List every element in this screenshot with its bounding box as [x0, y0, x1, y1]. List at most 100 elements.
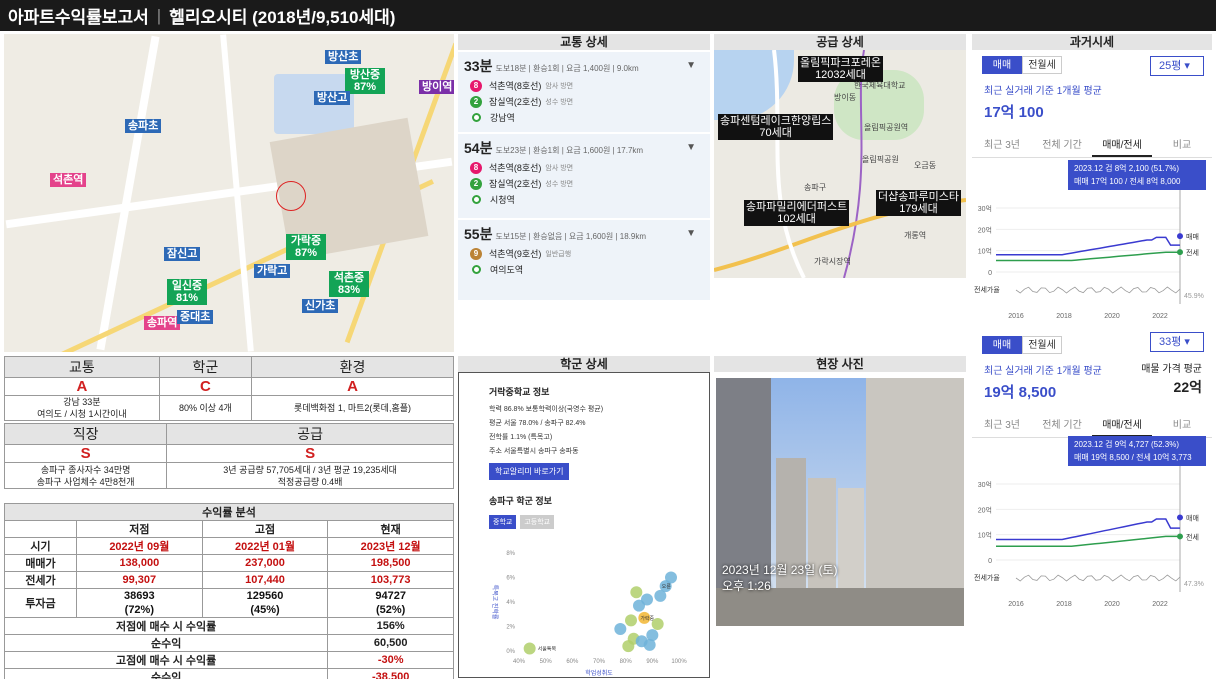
row-value: 198,500	[327, 554, 454, 572]
map-label[interactable]: 방이역	[419, 80, 454, 94]
supply-project-label[interactable]: 더샵송파루미스타 179세대	[876, 190, 961, 216]
range-3y[interactable]: 최근 3년	[972, 132, 1032, 157]
map-label[interactable]: 중대초	[177, 310, 214, 324]
map-label[interactable]: 송파초	[125, 119, 162, 133]
school-scatter-chart[interactable]: 8% 6% 4% 2% 0% 40% 50% 60% 70% 80% 90% 100% 학업성취도 특목고…	[479, 543, 699, 679]
school-point[interactable]	[665, 571, 677, 584]
school-point[interactable]	[614, 622, 627, 635]
col-now: 현재	[327, 520, 454, 538]
school-info-line: 평균 서울 78.0% / 송파구 82.4%	[489, 420, 586, 427]
chevron-down-icon[interactable]: ▼	[686, 60, 696, 71]
y-tick-label: 0	[988, 270, 992, 277]
school-info-button[interactable]: 학교알리미 바로가기	[489, 463, 570, 480]
map-label[interactable]: 송파역	[144, 316, 181, 330]
tab-sale[interactable]: 매매	[982, 56, 1022, 74]
map-label[interactable]: 석촌중 83%	[329, 271, 369, 297]
price-average: 17억 100	[984, 104, 1044, 121]
photo-caption: 2023년 12월 23일 (토) 오후 1:26	[722, 563, 838, 593]
row-value: 2022년 01월	[201, 537, 329, 555]
y-tick-label: 30억	[978, 205, 992, 213]
profit-table: 수익률 분석 저점 고점 현재 시기 2022년 09월 2022년 01월 2023년 …	[4, 503, 454, 679]
school-point[interactable]	[625, 614, 637, 627]
school-point[interactable]	[654, 589, 667, 602]
size-select-33[interactable]: 33평 ▾	[1150, 332, 1204, 352]
transit-route[interactable]: 54분 도보23분 | 환승1회 | 요금 1,600원 | 17.7km ▼ 8 석촌…	[458, 134, 710, 218]
grade-head-transport: 교통	[4, 356, 160, 378]
series-line-rent	[996, 251, 1180, 262]
point-label: 가락중	[640, 615, 654, 622]
supply-project-label[interactable]: 송파센텀레이크한양립스 70세대	[718, 114, 834, 140]
school-point[interactable]	[641, 593, 653, 606]
school-info-line: 학력 86.8% 보통학력이상(국영수 평균)	[489, 406, 604, 413]
map-label[interactable]: 방산고	[314, 91, 351, 105]
supply-project-label[interactable]: 올림픽파크포레온 12032세대	[798, 56, 883, 82]
map-label[interactable]: 방산초	[325, 50, 362, 64]
route-meta: 도보23분 | 환승1회 | 요금 1,600원 | 17.7km	[495, 146, 644, 155]
map-label[interactable]: 가락고	[254, 264, 291, 278]
tab-rent[interactable]: 전월세	[1022, 56, 1062, 74]
map-label[interactable]: 일신중 81%	[167, 279, 207, 305]
map-place-label: 올림픽공원역	[864, 123, 909, 132]
range-all[interactable]: 전체 기간	[1032, 132, 1092, 157]
y-tick-label: 20억	[978, 506, 992, 514]
school-point[interactable]	[523, 642, 536, 655]
stop-name: 석촌역(8호선)	[489, 163, 542, 173]
row-value: 99,307	[76, 571, 203, 589]
y-tick-label: 6%	[506, 576, 515, 582]
route-stop: 2 잠실역(2호선) 성수 방면	[470, 177, 704, 190]
price-subtitle: 최근 실거래 기준 1개월 평균	[984, 86, 1102, 97]
y-tick-label: 0	[988, 558, 992, 565]
map-label[interactable]: 신가초	[302, 299, 339, 313]
ratio-label: 전세가율	[974, 573, 1000, 582]
stop-direction: 암사 방면	[545, 164, 574, 172]
route-stop: 강남역	[470, 111, 704, 124]
route-stop: 8 석촌역(8호선) 암사 방면	[470, 161, 704, 174]
row-label: 투자금	[4, 588, 77, 618]
tab-rent[interactable]: 전월세	[1022, 336, 1062, 354]
stop-direction: 암사 방면	[545, 82, 574, 90]
tooltip-line2: 매매 19억 8,500 / 전세 10억 3,773	[1074, 452, 1192, 462]
stop-direction: 성수 방면	[545, 180, 574, 188]
transit-route[interactable]: 33분 도보18분 | 환승1회 | 요금 1,400원 | 9.0km ▼ 8 석촌역…	[458, 52, 710, 132]
profit-row: 투자금 38693 (72%) 129560 (45%) 94727 (52%)	[4, 588, 454, 618]
legend-sale: 매매	[1186, 233, 1199, 241]
location-map[interactable]: 방산초방산중 87% 방산고 방이역송파초석촌역잠신고 가락중 87% 가락고일신중 8…	[4, 34, 454, 352]
profit-summary-row: 순수익 60,500	[4, 634, 454, 652]
map-label[interactable]: 잠신고	[164, 247, 201, 261]
range-sale-rent[interactable]: 매매/전세	[1092, 132, 1152, 157]
price-chart-33[interactable]: 30억 20억 10억 0 2023.12 검 9억 4,727 (52.3%) 매매 1…	[972, 432, 1212, 612]
supply-map[interactable]: 올림픽파크포레온 12032세대송파센텀레이크한양립스 70세대더샵송파루미스타…	[714, 50, 966, 278]
tab-sale[interactable]: 매매	[982, 336, 1022, 354]
price-chart-25[interactable]: 30억 20억 10억 0 2023.12 검 8억 2,100 (51.7%) 매매 1…	[972, 156, 1212, 324]
ratio-line	[1015, 574, 1181, 582]
point-label: 오륜	[662, 584, 672, 590]
col-head	[4, 520, 77, 538]
supply-project-label[interactable]: 송파파밀리에더퍼스트 102세대	[744, 200, 850, 226]
desc-supply: 3년 공급량 57,705세대 / 3년 평균 19,235세대 적정공급량 0…	[166, 462, 454, 489]
header-bar: 아파트수익률보고서 | 헬리오시티 (2018년/9,510세대)	[0, 0, 1216, 31]
chip-middle[interactable]: 중학교	[489, 515, 517, 529]
row-label: 매매가	[4, 554, 77, 572]
transit-route[interactable]: 55분 도보15분 | 환승없음 | 요금 1,600원 | 18.9km ▼ 9 석촌…	[458, 220, 710, 300]
map-label[interactable]: 가락중 87%	[286, 234, 326, 260]
summary-value: 156%	[327, 617, 454, 635]
range-compare[interactable]: 비교	[1152, 132, 1212, 157]
size-select-25[interactable]: 25평 ▾	[1150, 56, 1204, 76]
tooltip-line2: 매매 17억 100 / 전세 8억 8,000	[1074, 176, 1181, 186]
school-point[interactable]	[643, 638, 656, 651]
chevron-down-icon[interactable]: ▼	[686, 228, 696, 239]
chip-high[interactable]: 고등학교	[520, 515, 555, 529]
map-label[interactable]: 석촌역	[50, 173, 87, 187]
school-point[interactable]	[630, 586, 643, 599]
school-point[interactable]	[622, 640, 635, 653]
map-place-label: 한국체육대학교	[854, 81, 906, 90]
site-photo[interactable]: 2023년 12월 23일 (토) 오후 1:26	[716, 378, 964, 626]
desc-environment: 롯데백화점 1, 마트2(롯데,홈플)	[250, 395, 454, 421]
map-label[interactable]: 방산중 87%	[345, 68, 385, 94]
price-history-title: 과거시세	[972, 34, 1212, 50]
x-tick-label: 2018	[1056, 313, 1072, 320]
col-low: 저점	[76, 520, 203, 538]
chevron-down-icon[interactable]: ▼	[686, 142, 696, 153]
price-history-panel-33: 매매 전월세 33평 ▾ 최근 실거래 기준 1개월 평균 매물 가격 평균 2…	[972, 330, 1212, 630]
school-point[interactable]	[651, 618, 664, 631]
